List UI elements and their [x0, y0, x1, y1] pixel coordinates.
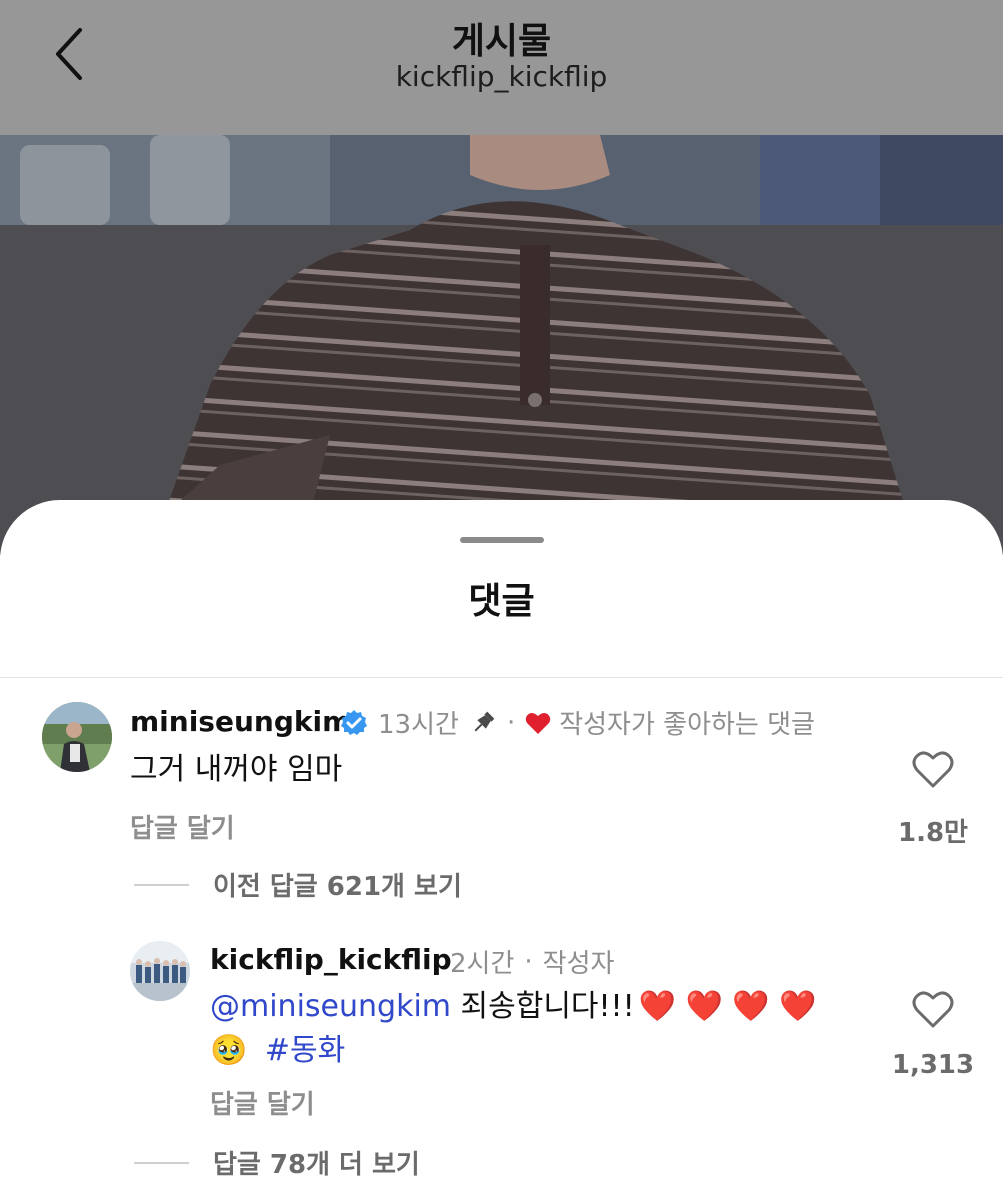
post-image[interactable]	[0, 135, 1003, 555]
reply-button[interactable]: 답글 달기	[130, 808, 235, 845]
view-replies-label: 이전 답글 621개 보기	[213, 872, 462, 902]
avatar[interactable]	[42, 702, 112, 772]
mention-link[interactable]: @miniseungkim	[210, 989, 451, 1024]
page-subtitle: kickflip_kickflip	[395, 60, 608, 93]
pleading-face-emoji: 🥹	[210, 1033, 248, 1068]
like-count: 1.8만	[898, 818, 968, 848]
comment-time: 13시간	[378, 710, 459, 740]
reply-like-button[interactable]	[912, 990, 954, 1034]
reply-avatar-image	[130, 941, 190, 1001]
thread-line	[134, 1161, 189, 1164]
heart-icon	[525, 712, 551, 734]
comment-text: 그거 내꺼야 임마	[130, 752, 343, 787]
pin-icon	[474, 711, 495, 731]
sheet-title: 댓글	[468, 581, 535, 622]
meta-separator: ·	[506, 707, 516, 738]
reply-avatar[interactable]	[130, 941, 190, 1001]
reply-like-count: 1,313	[891, 1050, 975, 1080]
post-photo	[0, 135, 1003, 555]
reply-text: @miniseungkim 죄송합니다!!! ❤️ ❤️ ❤️ ❤️ 🥹 #동화	[210, 985, 870, 1073]
verified-badge-icon	[341, 709, 367, 735]
reply-text-main: 죄송합니다!!!	[451, 989, 635, 1024]
comment-username[interactable]: miniseungkim	[130, 705, 351, 738]
heart-outline-icon	[912, 751, 954, 788]
avatar-image	[42, 702, 112, 772]
sheet-divider	[0, 677, 1003, 678]
comment-meta: 13시간 · 작성자가 좋아하는 댓글	[340, 704, 815, 741]
reply-meta: 2시간 · 작성자	[450, 943, 614, 980]
view-more-replies[interactable]: 답글 78개 더 보기	[134, 1144, 420, 1181]
sheet-grabber[interactable]	[460, 537, 544, 543]
reply-username[interactable]: kickflip_kickflip	[210, 943, 452, 976]
more-replies-label: 답글 78개 더 보기	[213, 1150, 420, 1180]
thread-line	[134, 883, 189, 886]
reply-time: 2시간	[450, 949, 515, 979]
heart-emojis: ❤️ ❤️ ❤️ ❤️	[638, 989, 817, 1024]
heart-outline-icon	[912, 991, 954, 1028]
comments-sheet: 댓글 miniseungkim 13시간 · 작성자가 좋아하는 댓글 그거 내…	[0, 500, 1003, 1200]
page-title: 게시물	[451, 21, 552, 62]
view-previous-replies[interactable]: 이전 답글 621개 보기	[134, 866, 462, 903]
author-badge: 작성자	[542, 949, 615, 979]
reply-button[interactable]: 답글 달기	[210, 1084, 315, 1121]
meta-separator: ·	[524, 946, 533, 977]
post-header: 게시물 kickflip_kickflip	[0, 0, 1003, 135]
like-button[interactable]	[912, 750, 954, 794]
liked-by-author-label: 작성자가 좋아하는 댓글	[559, 710, 815, 740]
hashtag-link[interactable]: #동화	[265, 1033, 345, 1068]
